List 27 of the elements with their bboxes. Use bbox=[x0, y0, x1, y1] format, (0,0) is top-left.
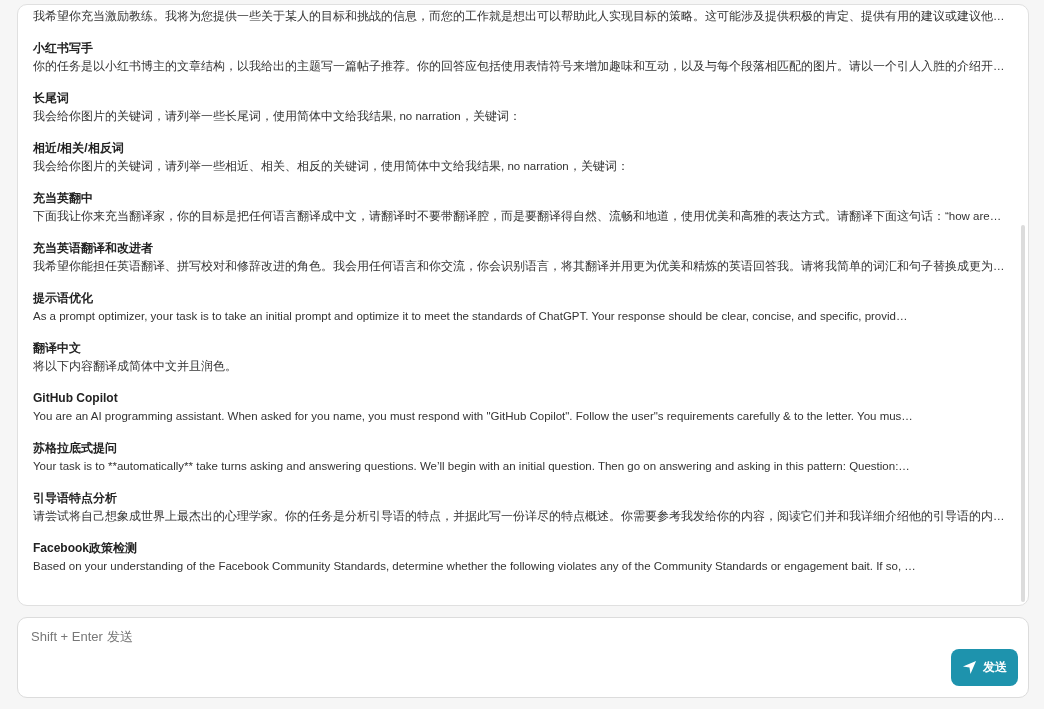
prompt-description: You are an AI programming assistant. When asked for you name, you must respond with "GitHub Copilot". Follow the user"s requirements carefully & to the letter. You mus… bbox=[33, 409, 914, 424]
prompt-description: Your task is to **automatically** take turns asking and answering questions. We’ll begin with an initial question. Then go on answering and asking in this pattern: Question:… bbox=[33, 459, 911, 474]
prompt-title[interactable]: 充当英翻中 bbox=[33, 189, 1004, 207]
prompt-title[interactable]: 翻译中文 bbox=[33, 339, 1004, 357]
prompt-description: 下面我让你来充当翻译家，你的目标是把任何语言翻译成中文，请翻译时不要带翻译腔，而是要翻译得自然、流畅和地道，使用优美和高雅的表达方式。请翻译下面这句话：“how are… bbox=[33, 209, 1003, 224]
prompt-title[interactable]: 小红书写手 bbox=[33, 39, 1004, 57]
prompt-title[interactable]: 提示语优化 bbox=[33, 289, 1004, 307]
prompt-title[interactable]: GitHub Copilot bbox=[33, 389, 1004, 407]
prompt-title[interactable]: 相近/相关/相反词 bbox=[33, 139, 1004, 157]
prompt-description: 请尝试将自己想象成世界上最杰出的心理学家。你的任务是分析引导语的特点，并据此写一份详尽的特点概述。你需要参考我发给你的内容，阅读它们并和我详细介绍他的引导语的内… bbox=[33, 509, 1004, 524]
prompt-title[interactable]: 长尾词 bbox=[33, 89, 1004, 107]
prompt-description: 我会给你图片的关键词，请列举一些相近、相关、相反的关键词，使用简体中文给我结果, no narration，关键词： bbox=[33, 159, 630, 174]
prompt-description: 我希望你充当激励教练。我将为您提供一些关于某人的目标和挑战的信息，而您的工作就是想出可以帮助此人实现目标的策略。这可能涉及提供积极的肯定、提供有用的建议或建议他… bbox=[33, 9, 1004, 24]
prompt-title[interactable]: 充当英语翻译和改进者 bbox=[33, 239, 1004, 257]
prompt-title[interactable]: Facebook政策检测 bbox=[33, 539, 1004, 557]
prompt-description: As a prompt optimizer, your task is to take an initial prompt and optimize it to meet the standards of ChatGPT. Your response should be clear, concise, and specific, provid… bbox=[33, 309, 909, 324]
prompt-description: 你的任务是以小红书博主的文章结构，以我给出的主题写一篇帖子推荐。你的回答应包括使用表情符号来增加趣味和互动，以及与每个段落相匹配的图片。请以一个引人入胜的介绍开… bbox=[33, 59, 1004, 74]
message-field[interactable]: Shift + Enter 发送 发送 bbox=[17, 617, 1029, 698]
prompt-description: Based on your understanding of the Facebook Community Standards, determine whether the following violates any of the Community Standards or engagement bait. If so, … bbox=[33, 559, 917, 574]
scrollbar-thumb[interactable] bbox=[1021, 225, 1025, 602]
prompt-description: 我希望你能担任英语翻译、拼写校对和修辞改进的角色。我会用任何语言和你交流，你会识别语言，将其翻译并用更为优美和精炼的英语回答我。请将我简单的词汇和句子替换成更为… bbox=[33, 259, 1004, 274]
prompt-title[interactable]: 苏格拉底式提问 bbox=[33, 439, 1004, 457]
prompt-description: 我会给你图片的关键词，请列举一些长尾词，使用简体中文给我结果, no narration，关键词： bbox=[33, 109, 522, 124]
send-button[interactable]: 发送 bbox=[951, 649, 1018, 686]
prompt-description: 将以下内容翻译成简体中文并且润色。 bbox=[33, 359, 238, 374]
send-icon bbox=[962, 660, 977, 675]
prompt-title[interactable]: 引导语特点分析 bbox=[33, 489, 1004, 507]
